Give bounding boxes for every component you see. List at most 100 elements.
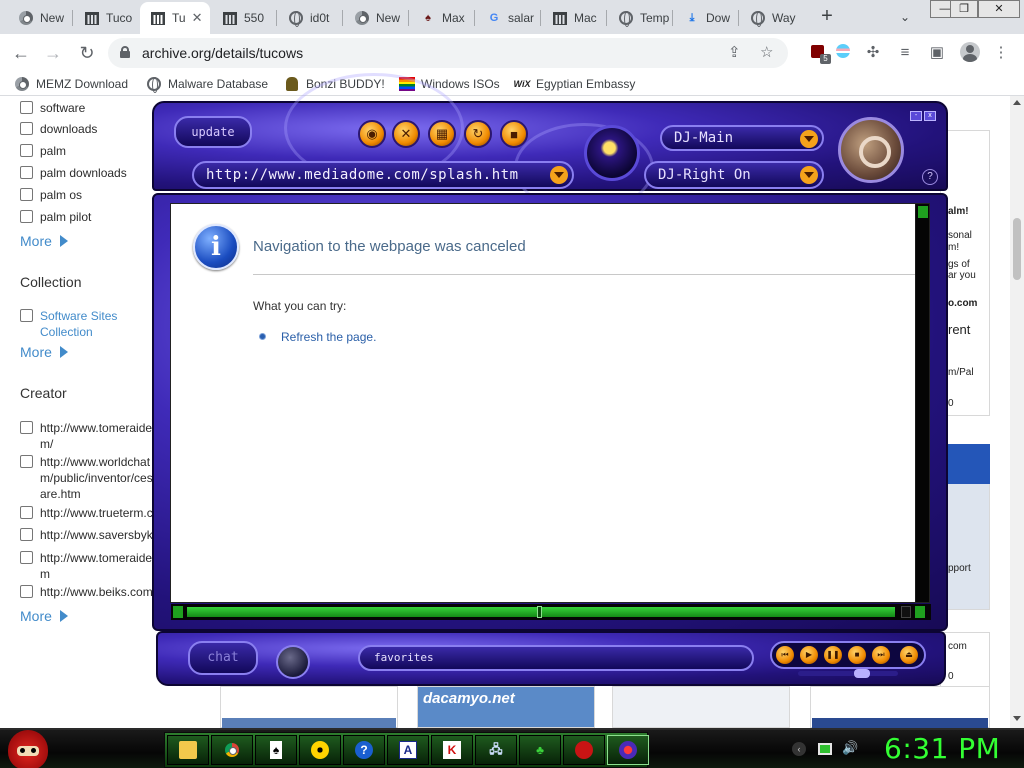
- back-button[interactable]: ←: [8, 40, 34, 66]
- facet-creator-5[interactable]: http://www.tomeraide m: [20, 550, 160, 582]
- taskbar-folder[interactable]: [167, 735, 209, 765]
- next-icon[interactable]: ⏭: [872, 646, 890, 664]
- chevron-down-icon[interactable]: [800, 130, 818, 148]
- player-close-button[interactable]: x: [924, 111, 936, 121]
- help-button[interactable]: ?: [922, 169, 938, 185]
- player-url-input[interactable]: http://www.mediadome.com/splash.htm: [192, 161, 574, 189]
- taskbar-spiderman[interactable]: [563, 735, 605, 765]
- taskbar-card-game[interactable]: ♠: [255, 735, 297, 765]
- play-icon[interactable]: ▶: [800, 646, 818, 664]
- puzzle-extensions-icon[interactable]: ✣: [862, 42, 884, 64]
- tab-8[interactable]: G salar: [476, 2, 538, 34]
- facet-subject-palm-downloads[interactable]: palm downloads: [20, 165, 160, 181]
- checkbox[interactable]: [20, 210, 33, 223]
- item-card[interactable]: [612, 686, 790, 728]
- flag-extension-icon[interactable]: [836, 44, 850, 58]
- favorites-bar[interactable]: favorites: [358, 645, 754, 671]
- checkbox[interactable]: [20, 122, 33, 135]
- tab-7[interactable]: ♠ Max: [410, 2, 472, 34]
- facet-creator-6[interactable]: http://www.beiks.com: [20, 584, 160, 600]
- media-queue-icon[interactable]: ≡: [894, 42, 916, 64]
- checkbox[interactable]: [20, 551, 33, 564]
- refresh-swirl-icon[interactable]: ↻: [464, 120, 492, 148]
- close-window-button[interactable]: ✕: [978, 0, 1020, 18]
- scroll-right-icon[interactable]: [901, 606, 911, 618]
- tab-12[interactable]: Way: [740, 2, 802, 34]
- tab-9[interactable]: Mac: [542, 2, 604, 34]
- tab-4[interactable]: 550: [212, 2, 274, 34]
- player-minimize-button[interactable]: -: [910, 111, 922, 121]
- facet-subject-palm-os[interactable]: palm os: [20, 187, 160, 203]
- tab-6[interactable]: New: [344, 2, 406, 34]
- facet-creator-3[interactable]: http://www.trueterm.c: [20, 505, 160, 521]
- tools-icon[interactable]: ✕: [392, 120, 420, 148]
- tab-2[interactable]: Tuco: [74, 2, 138, 34]
- checkbox[interactable]: [20, 144, 33, 157]
- chevron-down-icon[interactable]: [550, 166, 568, 184]
- facet-subject-palm-pilot[interactable]: palm pilot: [20, 209, 160, 225]
- dj-main-dropdown[interactable]: DJ-Main: [660, 125, 824, 151]
- close-icon[interactable]: ✕: [192, 10, 203, 26]
- tab-11[interactable]: ⤓ Dow: [674, 2, 736, 34]
- chevron-down-icon[interactable]: [800, 166, 818, 184]
- taskbar-help[interactable]: ?: [343, 735, 385, 765]
- tab-3-active[interactable]: Tu ✕: [140, 2, 210, 34]
- checkbox[interactable]: [20, 528, 33, 541]
- scroll-down-icon[interactable]: [1013, 716, 1021, 721]
- dj-right-dropdown[interactable]: DJ-Right On: [644, 161, 824, 189]
- menu-kebab-icon[interactable]: ⋮: [990, 42, 1012, 64]
- checkbox[interactable]: [20, 506, 33, 519]
- taskbar-media-player[interactable]: [607, 735, 649, 765]
- checkbox[interactable]: [20, 166, 33, 179]
- taskbar-chrome[interactable]: [211, 735, 253, 765]
- pause-icon[interactable]: ❚❚: [824, 646, 842, 664]
- checkbox[interactable]: [20, 421, 33, 434]
- previous-icon[interactable]: ⏮: [776, 646, 794, 664]
- volume-knob[interactable]: [276, 645, 310, 679]
- chat-button[interactable]: chat: [188, 641, 258, 675]
- camera-icon[interactable]: ◉: [358, 120, 386, 148]
- scroll-up-icon[interactable]: [918, 206, 928, 218]
- battery-icon[interactable]: [818, 743, 832, 755]
- tab-5[interactable]: id0t: [278, 2, 340, 34]
- bookmark-memz[interactable]: MEMZ Download: [14, 75, 128, 93]
- update-button[interactable]: update: [174, 116, 252, 148]
- volume-slider-thumb[interactable]: [854, 669, 870, 678]
- url-text[interactable]: archive.org/details/tucows: [142, 45, 303, 61]
- checkbox[interactable]: [20, 309, 33, 322]
- reload-button[interactable]: ↻: [74, 40, 100, 66]
- taskbar-clock[interactable]: 6:31 PM: [884, 732, 1000, 765]
- tray-expand-chevron-icon[interactable]: ‹: [792, 742, 806, 756]
- speaker-volume-icon[interactable]: 🔊: [842, 740, 858, 756]
- scroll-left-icon[interactable]: [173, 606, 183, 618]
- facet-subject-downloads[interactable]: downloads: [20, 121, 160, 137]
- checkbox[interactable]: [20, 585, 33, 598]
- tab-1[interactable]: New: [8, 2, 70, 34]
- taskbar-k-app[interactable]: K: [431, 735, 473, 765]
- stop-square-icon[interactable]: ■: [500, 120, 528, 148]
- facet-label[interactable]: Software Sites Collection: [40, 308, 160, 340]
- facet-creator-2[interactable]: http://www.worldchat m/public/inventor/c…: [20, 454, 160, 502]
- scroll-thumb[interactable]: [1013, 218, 1021, 280]
- checkbox[interactable]: [20, 101, 33, 114]
- lock-icon[interactable]: [120, 46, 130, 58]
- checkbox[interactable]: [20, 455, 33, 468]
- address-bar[interactable]: archive.org/details/tucows ⇪ ☆: [108, 38, 788, 68]
- share-icon[interactable]: ⇪: [728, 43, 741, 61]
- film-icon[interactable]: ▦: [428, 120, 456, 148]
- stop-icon[interactable]: ■: [848, 646, 866, 664]
- more-collections-link[interactable]: More: [20, 344, 68, 360]
- bookmark-star-icon[interactable]: ☆: [760, 43, 773, 61]
- scroll-thumb[interactable]: [537, 606, 542, 618]
- player-url-text[interactable]: http://www.mediadome.com/splash.htm: [206, 167, 519, 183]
- embedded-vertical-scrollbar[interactable]: [915, 204, 929, 602]
- taskbar-a-app[interactable]: A: [387, 735, 429, 765]
- facet-creator-4[interactable]: http://www.saversbyk: [20, 527, 160, 543]
- restore-button[interactable]: ❐: [950, 0, 978, 18]
- bookmark-malware-database[interactable]: Malware Database: [146, 75, 268, 93]
- more-creators-link[interactable]: More: [20, 608, 68, 624]
- page-scrollbar[interactable]: [1010, 96, 1024, 728]
- facet-subject-palm[interactable]: palm: [20, 143, 160, 159]
- eject-icon[interactable]: ⏏: [900, 646, 918, 664]
- refresh-page-link[interactable]: Refresh the page.: [281, 330, 376, 344]
